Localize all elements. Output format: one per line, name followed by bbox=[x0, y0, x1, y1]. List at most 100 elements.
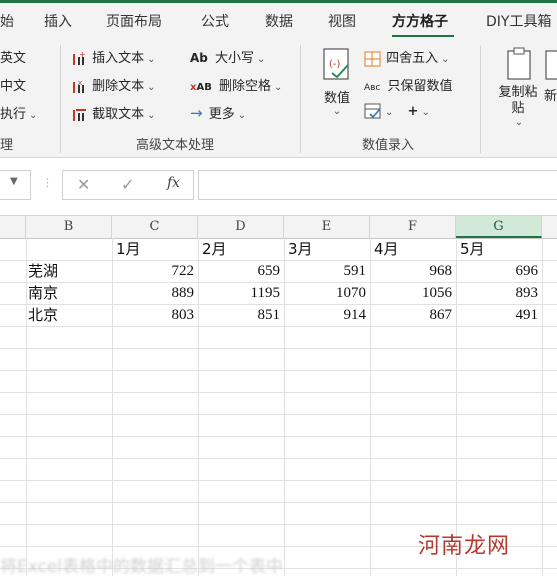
value-button[interactable]: (-) 数值 ⌄ bbox=[318, 47, 356, 127]
chinese-button[interactable]: 中文 bbox=[0, 75, 26, 94]
grid-line bbox=[542, 238, 543, 576]
month-cell[interactable]: 2月 bbox=[202, 239, 227, 260]
plus-icon: + bbox=[407, 103, 419, 119]
value-cell[interactable]: 722 bbox=[112, 261, 195, 282]
chevron-down-icon: ▼ bbox=[10, 176, 18, 187]
select-all-corner[interactable] bbox=[0, 216, 26, 238]
insert-text-button[interactable]: + 插入文本 ⌄ bbox=[70, 47, 156, 67]
footer-caption: 将Excel表格中的数据汇总到一个表中 bbox=[0, 557, 284, 576]
formula-bar-grip-icon: ⋮ bbox=[42, 176, 53, 189]
value-cell[interactable]: 968 bbox=[370, 261, 453, 282]
insert-text-icon: + bbox=[73, 51, 86, 65]
value-cell[interactable]: 1070 bbox=[284, 283, 366, 304]
column-header-g[interactable]: G bbox=[456, 216, 542, 238]
new-icon bbox=[545, 50, 557, 80]
tab-insert[interactable]: 插入 bbox=[44, 11, 72, 31]
name-box[interactable]: ▼ bbox=[0, 170, 31, 200]
column-header-b[interactable]: B bbox=[26, 216, 112, 238]
insert-function-icon[interactable]: fx bbox=[167, 175, 180, 191]
group-label-number-entry: 数值录入 bbox=[362, 138, 415, 153]
round-button[interactable]: 四舍五入 ⌄ bbox=[364, 47, 450, 67]
month-cell[interactable]: 4月 bbox=[374, 239, 399, 260]
value-cell[interactable]: 659 bbox=[198, 261, 281, 282]
delete-text-icon: x bbox=[73, 79, 84, 93]
delete-text-button[interactable]: x 删除文本 ⌄ bbox=[70, 75, 156, 95]
column-header-e[interactable]: E bbox=[284, 216, 370, 238]
city-cell[interactable]: 北京 bbox=[28, 305, 58, 326]
value-cell[interactable]: 1195 bbox=[198, 283, 280, 304]
more-button[interactable]: → 更多 ⌄ bbox=[190, 103, 246, 122]
round-icon bbox=[364, 51, 381, 66]
grid-line bbox=[0, 348, 557, 349]
column-header-d[interactable]: D bbox=[198, 216, 284, 238]
grid-line bbox=[0, 326, 557, 327]
ribbon-panel: 英文 中文 执行 ⌄ 理 + 插入文本 ⌄ x 删除文本 ⌄ 截取文本 ⌄ Ab 大小写… bbox=[0, 37, 557, 158]
number-tools-button[interactable]: ⌄ + ⌄ bbox=[364, 103, 430, 119]
group-separator bbox=[300, 45, 301, 153]
svg-text:x: x bbox=[78, 79, 82, 87]
value-chevron-icon: ⌄ bbox=[332, 106, 342, 117]
value-cell[interactable]: 1056 bbox=[370, 283, 452, 304]
column-header-row: B C D E F G bbox=[0, 215, 557, 239]
formula-input[interactable] bbox=[198, 170, 557, 200]
watermark-text: 河南龙网 bbox=[418, 534, 511, 559]
copy-paste-button[interactable]: 复制粘贴 ⌄ bbox=[494, 47, 544, 133]
month-cell[interactable]: 1月 bbox=[116, 239, 141, 260]
grid-line bbox=[0, 370, 557, 371]
keep-value-button[interactable]: Aʙᴄ 只保留数值 bbox=[364, 75, 452, 94]
column-header-c[interactable]: C bbox=[112, 216, 198, 238]
group-label-partial: 理 bbox=[0, 138, 14, 153]
clipboard-icon bbox=[507, 47, 531, 80]
svg-text:(-): (-) bbox=[329, 59, 341, 70]
abc-icon: Aʙᴄ bbox=[364, 83, 381, 93]
value-cell[interactable]: 491 bbox=[456, 305, 539, 326]
confirm-icon[interactable]: ✓ bbox=[121, 175, 134, 194]
value-cell[interactable]: 867 bbox=[370, 305, 453, 326]
table-check-icon bbox=[364, 103, 381, 119]
tab-formulas[interactable]: 公式 bbox=[201, 11, 229, 31]
worksheet-grid[interactable]: 1月 2月 3月 4月 5月 芜湖 722 659 591 968 696 南京… bbox=[0, 238, 557, 576]
tab-start[interactable]: 始 bbox=[0, 11, 14, 31]
tab-view[interactable]: 视图 bbox=[328, 11, 356, 31]
city-cell[interactable]: 南京 bbox=[28, 283, 58, 304]
value-cell[interactable]: 696 bbox=[456, 261, 539, 282]
value-cell[interactable]: 914 bbox=[284, 305, 367, 326]
grid-line bbox=[26, 238, 27, 576]
value-cell[interactable]: 803 bbox=[112, 305, 195, 326]
value-cell[interactable]: 889 bbox=[112, 283, 195, 304]
group-separator bbox=[480, 45, 481, 153]
formula-bar: ▼ ⋮ ✕ ✓ fx bbox=[0, 158, 557, 214]
case-button[interactable]: Ab 大小写 ⌄ bbox=[190, 47, 265, 66]
tab-fangfang-gezi[interactable]: 方方格子 bbox=[392, 11, 448, 31]
svg-text:+: + bbox=[79, 51, 86, 59]
delete-space-button[interactable]: xAB 删除空格 ⌄ bbox=[190, 75, 282, 94]
cancel-icon[interactable]: ✕ bbox=[77, 175, 90, 194]
grid-line bbox=[0, 524, 557, 525]
copy-paste-chevron-icon: ⌄ bbox=[514, 117, 524, 128]
column-header-f[interactable]: F bbox=[370, 216, 456, 238]
tab-data[interactable]: 数据 bbox=[265, 11, 293, 31]
value-cell[interactable]: 893 bbox=[456, 283, 539, 304]
delete-space-icon: xAB bbox=[190, 82, 212, 93]
grid-line bbox=[0, 480, 557, 481]
tab-page-layout[interactable]: 页面布局 bbox=[106, 11, 162, 31]
grid-line bbox=[0, 414, 557, 415]
grid-line bbox=[0, 392, 557, 393]
city-cell[interactable]: 芜湖 bbox=[28, 261, 58, 282]
extract-text-button[interactable]: 截取文本 ⌄ bbox=[70, 103, 156, 123]
month-cell[interactable]: 3月 bbox=[288, 239, 313, 260]
value-cell[interactable]: 591 bbox=[284, 261, 367, 282]
english-button[interactable]: 英文 bbox=[0, 47, 26, 66]
column-header-h[interactable] bbox=[542, 216, 557, 238]
grid-line bbox=[0, 458, 557, 459]
arrow-right-icon: → bbox=[190, 104, 203, 122]
new-button[interactable]: 新 bbox=[544, 47, 557, 133]
value-cell[interactable]: 851 bbox=[198, 305, 281, 326]
formula-actions: ✕ ✓ fx bbox=[62, 170, 194, 200]
group-separator bbox=[60, 45, 61, 153]
month-cell[interactable]: 5月 bbox=[460, 239, 485, 260]
ribbon-tab-bar: 始 插入 页面布局 公式 数据 视图 方方格子 DIY工具箱 bbox=[0, 3, 557, 38]
tab-diy-toolbox[interactable]: DIY工具箱 bbox=[486, 11, 551, 31]
execute-button[interactable]: 执行 ⌄ bbox=[0, 103, 37, 122]
case-icon: Ab bbox=[190, 51, 208, 65]
